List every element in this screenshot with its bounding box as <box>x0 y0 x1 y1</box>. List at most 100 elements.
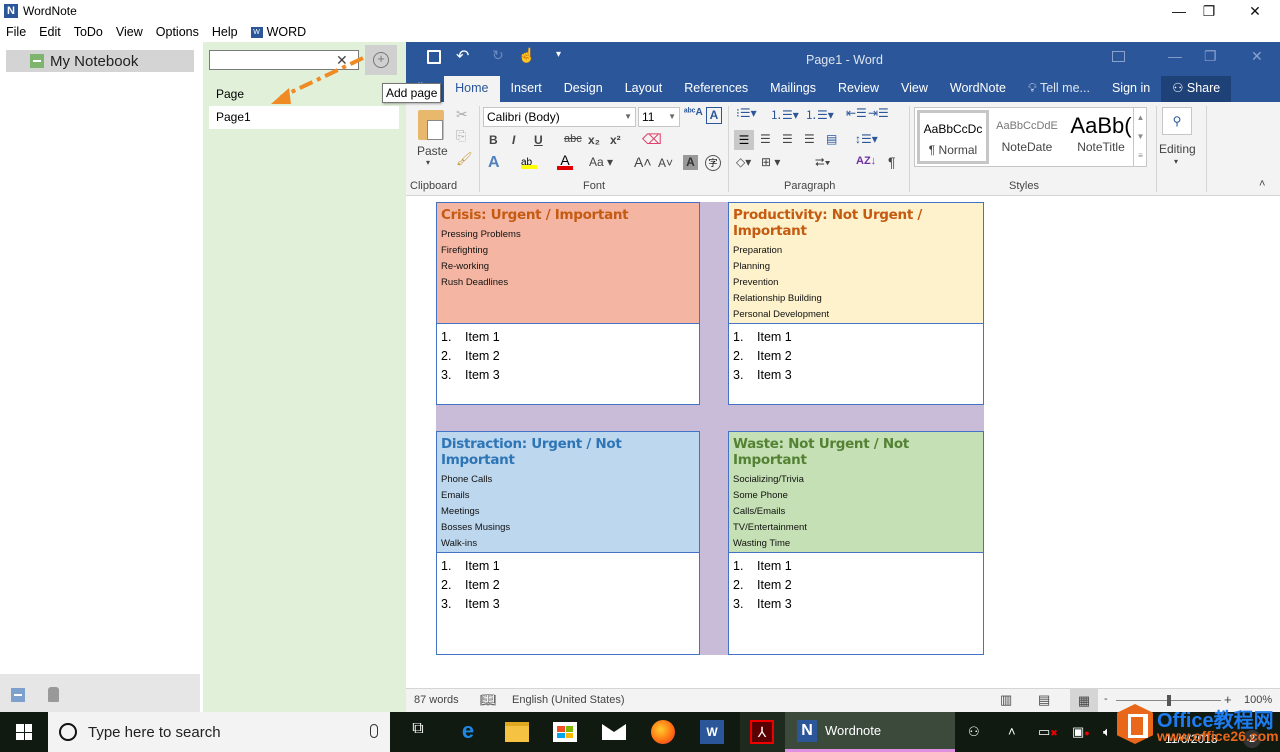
menu-edit[interactable]: Edit <box>39 25 61 39</box>
language-status[interactable]: English (United States) <box>512 694 625 706</box>
align-left-button[interactable]: ☰ <box>734 130 754 150</box>
read-mode-icon[interactable]: ▥ <box>1000 692 1012 708</box>
volume-icon[interactable]: 🔈︎ <box>1103 724 1111 740</box>
borders-icon[interactable]: ⊞ ▾ <box>761 155 780 169</box>
enclose-characters-icon[interactable]: 字 <box>705 155 721 171</box>
customize-qat-icon[interactable]: ▾ <box>556 49 561 60</box>
align-right-icon[interactable]: ☰ <box>782 132 793 146</box>
change-case-button[interactable]: Aa ▾ <box>589 155 613 169</box>
save-icon[interactable] <box>427 50 441 64</box>
store-icon[interactable] <box>553 722 577 742</box>
editing-dropdown-icon[interactable]: ▾ <box>1174 157 1178 166</box>
start-button[interactable] <box>0 712 48 752</box>
word-taskbar-icon[interactable]: W <box>700 720 724 744</box>
shading-icon[interactable]: ◇▾ <box>736 155 751 169</box>
paste-button[interactable]: Paste <box>417 144 448 158</box>
superscript-button[interactable]: x² <box>610 133 621 147</box>
share-button[interactable]: ⚇ Share <box>1161 76 1232 102</box>
tell-me-search[interactable]: 💡︎ Tell me... <box>1017 76 1101 102</box>
quadrant-list[interactable]: 1. Item 1 2. Item 2 3. Item 3 <box>729 323 983 389</box>
word-count[interactable]: 87 words <box>414 694 459 706</box>
firefox-icon[interactable] <box>651 720 675 744</box>
security-alert-icon[interactable]: ▣● <box>1072 724 1090 740</box>
text-direction-icon[interactable]: ⮂▾ <box>815 155 830 170</box>
subscript-button[interactable]: x₂ <box>588 133 600 147</box>
shrink-font-icon[interactable]: A˅ <box>658 156 673 170</box>
paste-clipboard-icon[interactable] <box>418 110 444 140</box>
word-restore-button[interactable]: ❐ <box>1204 48 1217 65</box>
print-layout-icon[interactable]: ▤ <box>1038 692 1050 708</box>
increase-indent-icon[interactable]: ⇥☰ <box>868 106 889 120</box>
font-size-select[interactable]: 11 ▼ <box>638 107 680 127</box>
menu-view[interactable]: View <box>116 25 143 39</box>
clear-formatting-icon[interactable]: ⌫ <box>642 131 662 148</box>
decrease-indent-icon[interactable]: ⇤☰ <box>846 106 867 120</box>
proofing-icon[interactable]: 📖︎ <box>480 692 497 708</box>
maximize-button[interactable]: ❐ <box>1194 2 1224 20</box>
show-hidden-icons[interactable]: ˄ <box>1008 724 1016 739</box>
web-layout-icon[interactable]: ▦ <box>1070 689 1098 712</box>
menu-word[interactable]: W WORD <box>250 25 306 39</box>
style-notetitle[interactable]: AaBb( NoteTitle <box>1065 110 1137 164</box>
tab-home[interactable]: Home <box>444 76 500 102</box>
italic-button[interactable]: I <box>512 133 515 147</box>
people-icon[interactable]: ⚇ <box>968 724 980 740</box>
microphone-icon[interactable] <box>370 724 378 738</box>
quadrant-list[interactable]: 1. Item 1 2. Item 2 3. Item 3 <box>729 552 983 618</box>
character-shading-icon[interactable]: A <box>683 155 698 170</box>
editing-button[interactable]: Editing <box>1159 142 1196 156</box>
network-error-icon[interactable]: ▭✖ <box>1038 724 1058 740</box>
menu-file[interactable]: File <box>6 25 26 39</box>
tab-design[interactable]: Design <box>553 76 614 102</box>
tab-references[interactable]: References <box>673 76 759 102</box>
menu-todo[interactable]: ToDo <box>74 25 103 39</box>
zoom-out-button[interactable]: - <box>1104 693 1108 705</box>
line-spacing-icon[interactable]: ↕☰▾ <box>855 132 878 146</box>
tab-mailings[interactable]: Mailings <box>759 76 827 102</box>
menu-help[interactable]: Help <box>212 25 238 39</box>
bullets-icon[interactable]: ⁝☰▾ <box>736 106 757 120</box>
sort-icon[interactable]: AZ↓ <box>856 155 876 167</box>
tab-wordnote[interactable]: WordNote <box>939 76 1017 102</box>
document-area[interactable]: Crisis: Urgent / Important Pressing Prob… <box>406 196 1280 688</box>
font-color-icon[interactable]: A <box>557 153 573 170</box>
notebook-collapse-icon[interactable] <box>30 54 44 68</box>
touch-mode-icon[interactable]: ☝ <box>518 47 535 64</box>
collapse-ribbon-icon[interactable]: ˄ <box>1259 178 1265 190</box>
show-formatting-marks-icon[interactable]: ¶ <box>888 154 896 170</box>
numbering-icon[interactable]: ⒈☰▾ <box>770 106 799 123</box>
word-close-button[interactable]: ✕ <box>1251 48 1263 65</box>
taskbar-search[interactable]: Type here to search <box>48 712 390 752</box>
tab-layout[interactable]: Layout <box>614 76 674 102</box>
minimize-button[interactable]: — <box>1164 2 1194 20</box>
grow-font-icon[interactable]: A˄ <box>634 154 652 170</box>
distributed-icon[interactable]: ▤ <box>826 132 837 146</box>
tag-icon[interactable] <box>48 687 59 702</box>
menu-options[interactable]: Options <box>156 25 199 39</box>
quadrant-list[interactable]: 1. Item 1 2. Item 2 3. Item 3 <box>437 552 699 618</box>
character-border-icon[interactable]: A <box>706 107 722 124</box>
justify-icon[interactable]: ☰ <box>804 132 815 146</box>
acrobat-icon[interactable]: ⅄ <box>750 720 774 744</box>
underline-button[interactable]: U <box>534 133 543 147</box>
find-icon[interactable]: ⚲ <box>1162 107 1192 135</box>
style-notedate[interactable]: AaBbCcDdE NoteDate <box>991 110 1063 164</box>
notebook-icon[interactable] <box>11 688 25 702</box>
quadrant-list[interactable]: 1. Item 1 2. Item 2 3. Item 3 <box>437 323 699 389</box>
taskbar-wordnote-app[interactable]: N Wordnote <box>785 712 955 752</box>
ribbon-display-options-icon[interactable] <box>1112 51 1125 62</box>
font-name-select[interactable]: Calibri (Body) ▼ <box>483 107 636 127</box>
sign-in-link[interactable]: Sign in <box>1101 76 1161 102</box>
paste-dropdown-icon[interactable]: ▾ <box>426 158 430 167</box>
tab-review[interactable]: Review <box>827 76 890 102</box>
align-center-icon[interactable]: ☰ <box>760 132 771 146</box>
strikethrough-button[interactable]: abc <box>564 133 582 145</box>
undo-icon[interactable]: ↶ <box>456 46 469 66</box>
multilevel-list-icon[interactable]: ⒈☰▾ <box>805 106 834 123</box>
close-button[interactable]: ✕ <box>1240 2 1270 20</box>
format-painter-icon[interactable]: 🖌︎ <box>456 151 473 167</box>
file-explorer-icon[interactable] <box>505 722 529 742</box>
mail-icon[interactable] <box>602 724 626 740</box>
styles-scroll[interactable]: ▲ ▼ ≡ <box>1133 108 1147 166</box>
word-minimize-button[interactable]: — <box>1168 48 1182 64</box>
